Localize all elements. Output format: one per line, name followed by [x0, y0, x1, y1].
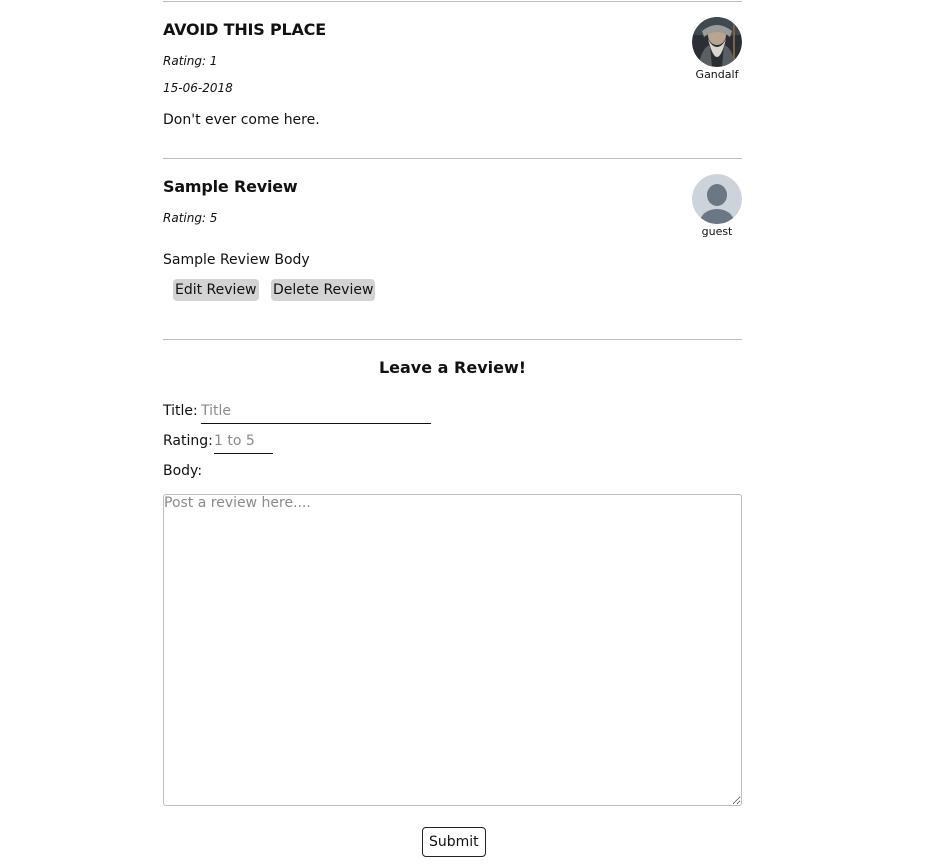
review-author-name: guest	[701, 225, 733, 238]
rating-label: Rating:	[163, 433, 213, 449]
submit-button[interactable]: Submit	[422, 827, 486, 857]
review-rating: Rating: 1	[163, 54, 218, 68]
form-heading: Leave a Review!	[378, 358, 527, 377]
review-card: AVOID THIS PLACE Rating: 1 15-06-2018 Do…	[163, 0, 742, 158]
review-title: Sample Review	[163, 177, 298, 196]
review-date: 15-06-2018	[163, 81, 233, 95]
review-title: AVOID THIS PLACE	[163, 20, 326, 39]
review-author: Gandalf	[692, 17, 742, 81]
gandalf-avatar-icon	[692, 17, 742, 67]
review-form: Leave a Review! Title: Rating: Body: Sub…	[163, 339, 742, 868]
delete-review-button[interactable]: Delete Review	[271, 279, 376, 301]
review-author-name: Gandalf	[695, 68, 739, 81]
review-rating: Rating: 5	[163, 211, 218, 225]
body-label: Body:	[163, 463, 203, 479]
title-input[interactable]	[201, 403, 431, 424]
default-user-avatar-icon	[692, 174, 742, 224]
review-body-textarea[interactable]	[163, 494, 742, 806]
review-card: Sample Review Rating: 5 Sample Review Bo…	[163, 158, 742, 339]
edit-review-button[interactable]: Edit Review	[173, 279, 259, 301]
review-author: guest	[692, 174, 742, 238]
rating-input[interactable]	[214, 433, 273, 454]
review-body: Don't ever come here.	[163, 112, 320, 128]
review-body: Sample Review Body	[163, 252, 310, 268]
title-label: Title:	[163, 403, 198, 419]
